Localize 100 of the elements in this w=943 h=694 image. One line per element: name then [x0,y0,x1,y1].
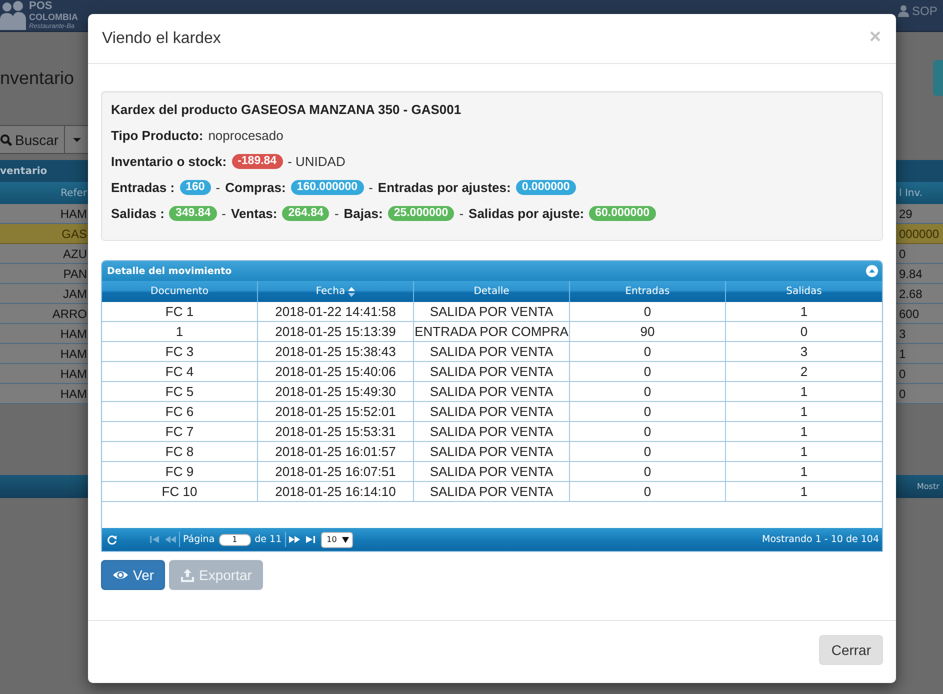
table-cell: SALIDA POR VENTA [414,442,570,461]
table-cell: SALIDA POR VENTA [414,462,570,481]
table-cell: 0 [570,442,726,461]
table-cell: 2018-01-25 16:07:51 [258,462,414,481]
table-cell: 2018-01-25 16:01:57 [258,442,414,461]
field-value: noprocesado [208,128,284,142]
table-cell: 2018-01-25 15:49:30 [258,382,414,401]
field-label: Bajas: [344,206,383,220]
table-cell: FC 6 [102,402,258,421]
caret-icon [342,536,349,542]
page-count: de 11 [254,534,282,545]
caret-icon [72,138,80,142]
separator-text: - [368,180,373,194]
view-button[interactable]: Ver [101,560,166,590]
table-cell: SALIDA POR VENTA [414,302,570,321]
table-cell: HAM [60,386,87,400]
table-cell: 0 [570,382,726,401]
value-badge: 264.84 [282,206,330,220]
table-cell: ARRO [52,306,87,320]
table-cell-text: 1 [799,463,809,481]
separator-text: - [216,180,220,194]
value-badge: 160.000000 [290,180,364,194]
field-label: Entradas por ajustes: [378,180,511,194]
close-button[interactable]: Cerrar [819,635,883,665]
value-badge: 60.000000 [589,206,656,220]
table-cell: FC 10 [102,482,258,501]
field-value: - UNIDAD [288,154,346,168]
page-size-select[interactable]: 10 [320,532,353,548]
fast-forward-icon[interactable] [288,536,300,543]
table-cell: 600 [899,306,920,320]
value-badge: 0.000000 [516,180,576,194]
table-cell: AZU [63,246,87,260]
people-logo-icon [0,0,26,30]
field-label: Ventas: [231,206,278,220]
table-cell: 3 [899,326,906,340]
field-label: Inventario o stock: [111,154,227,168]
separator-text: - [222,206,226,220]
table-cell: 0 [570,302,726,321]
value-badge: 25.000000 [388,206,454,220]
table-cell: 2018-01-25 15:53:31 [258,422,414,441]
table-cell-text: 1 [799,403,809,421]
table-cell: 2018-01-25 15:13:39 [258,322,414,341]
refresh-icon[interactable] [107,534,117,544]
skip-end-icon[interactable] [306,536,315,543]
table-cell: JAM [63,286,87,300]
table-cell: ENTRADA POR COMPRA [414,322,570,341]
table-cell: 2.68 [899,286,922,300]
value-badge: 349.84 [169,206,217,220]
table-cell: 1 [899,346,906,360]
grid-caption: ventario [0,166,48,176]
table-cell: HAM [60,346,87,360]
tray-arrow-icon [181,568,194,582]
separator-text: - [334,206,339,220]
user-name[interactable]: SOP [912,4,938,18]
logo-subtitle: COLOMBIA [29,13,78,22]
column-header[interactable]: Salidas [726,281,882,302]
table-cell: 2018-01-22 14:41:58 [258,302,414,321]
page-label: Página [183,534,215,545]
user-icon[interactable] [898,5,909,17]
table-cell: 0 [570,402,726,421]
table-cell-text: 1 [799,443,809,461]
table-cell: 0 [570,342,726,361]
eye-icon [113,570,128,580]
logo-title: POS [29,1,54,12]
table-cell: 0 [899,386,906,400]
table-cell: PAN [63,266,87,280]
column-header[interactable]: Refer [60,188,87,198]
table-cell: FC 9 [102,462,258,481]
modal-title: Viendo el kardex [102,30,221,48]
field-label: Tipo Producto: [111,128,204,142]
pager-info: Mostr [916,482,940,491]
table-cell: FC 4 [102,362,258,381]
table-cell: 2018-01-25 15:40:06 [258,362,414,381]
search-button[interactable]: Buscar [0,125,65,154]
table-cell: 90 [570,322,726,341]
table-cell: 2018-01-25 15:38:43 [258,342,414,361]
value-badge: -189.84 [232,154,283,168]
summary-title: Kardex del producto GASEOSA MANZANA 350 - GAS001 [111,102,462,116]
pager-info: Mostrando 1 - 10 de 104 [762,534,879,545]
field-label: Salidas : [111,206,164,220]
table-cell: 0 [899,246,906,260]
dropdown-button[interactable] [65,125,88,154]
table-cell: HAM [60,326,87,340]
search-icon [0,134,12,146]
page-field[interactable]: 1 [218,534,251,546]
table-cell: FC 5 [102,382,258,401]
table-cell: FC 7 [102,422,258,441]
table-cell: GAS [62,226,87,240]
grid-caption: Detalle del movimiento [107,266,232,276]
table-cell: 0 [899,366,906,380]
table-cell: FC 1 [102,302,258,321]
table-cell: 2018-01-25 15:52:01 [258,402,414,421]
column-header[interactable]: l Inv. [899,188,923,198]
table-cell: SALIDA POR VENTA [414,382,570,401]
table-cell-text: 1 [799,303,809,321]
table-cell: SALIDA POR VENTA [414,482,570,501]
table-cell: FC 8 [102,442,258,461]
table-cell: 0 [570,362,726,381]
table-cell: HAM [60,366,87,380]
table-cell: SALIDA POR VENTA [414,362,570,381]
